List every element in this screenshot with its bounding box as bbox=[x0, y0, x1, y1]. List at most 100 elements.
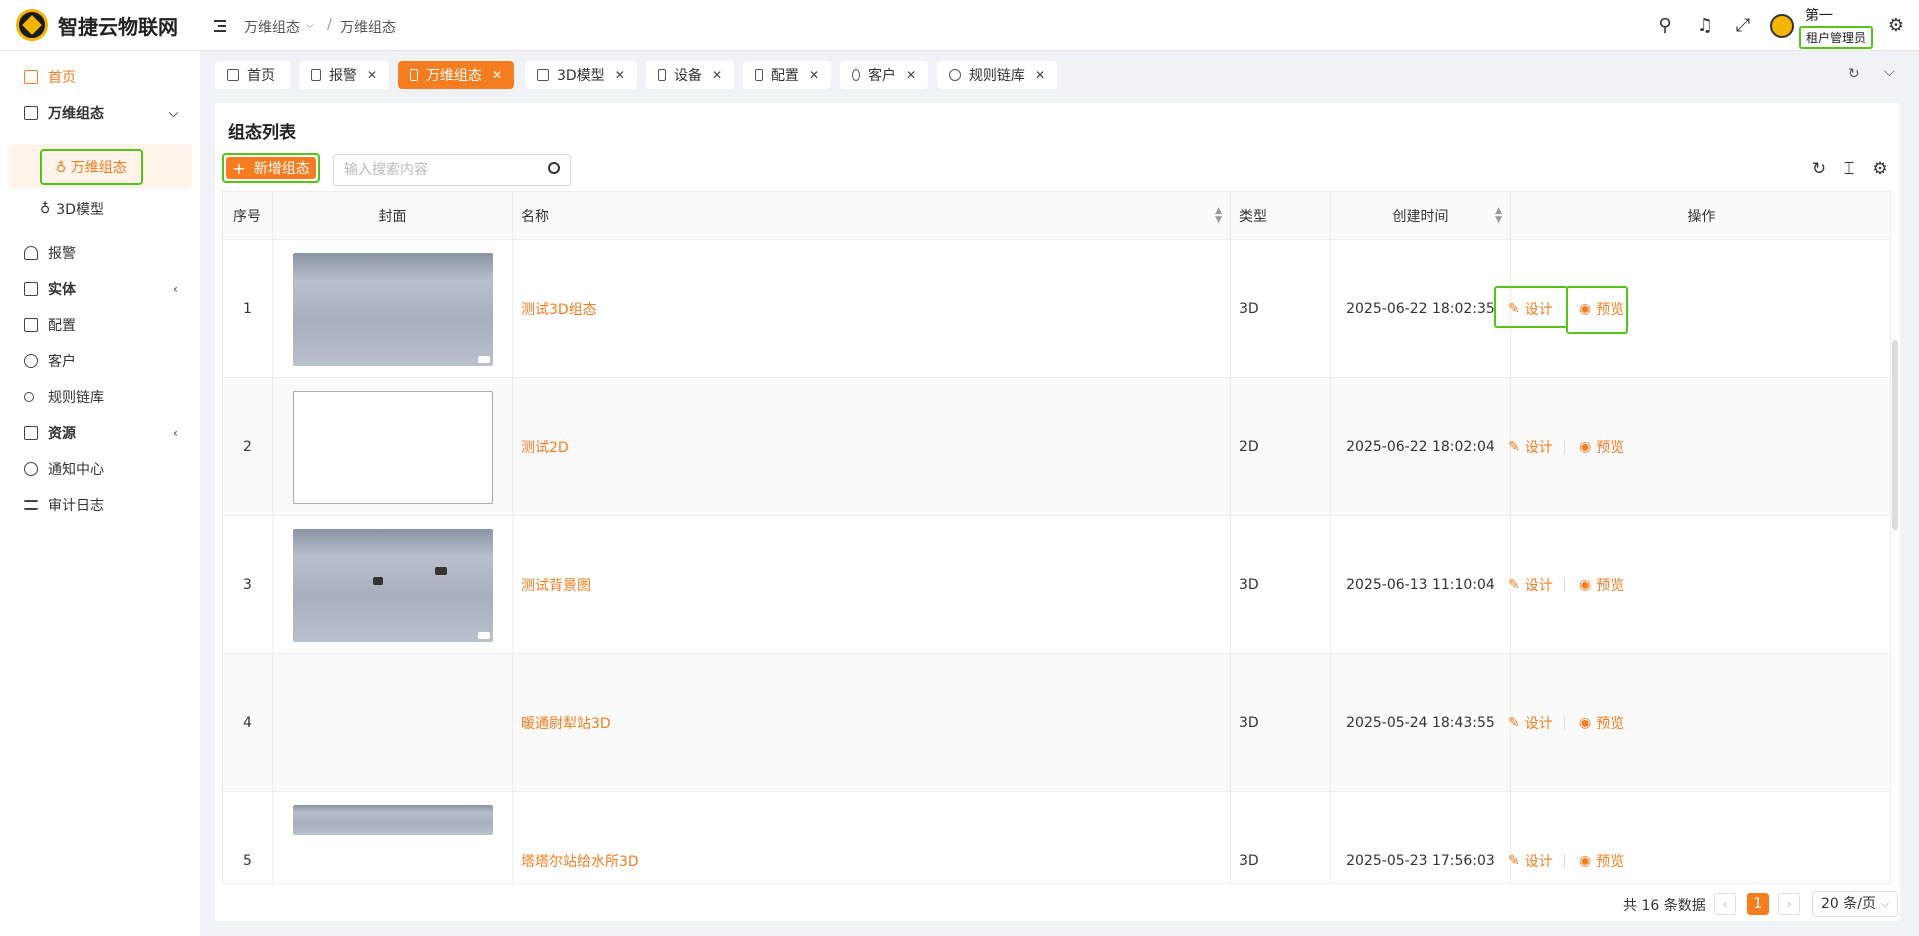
type-cell: 3D bbox=[1231, 516, 1331, 654]
preview-button[interactable]: ◉ 预览 bbox=[1579, 299, 1624, 319]
column-header-created[interactable]: 创建时间 ▲ ▼ bbox=[1331, 192, 1511, 240]
chevron-left-icon: ‹ bbox=[173, 282, 178, 296]
preview-button[interactable]: ◉ 预览 bbox=[1579, 575, 1624, 595]
search-input[interactable] bbox=[334, 155, 534, 185]
tab-label: 设备 bbox=[673, 68, 702, 84]
sidebar-item-resources[interactable]: 资源 ‹ bbox=[0, 415, 200, 451]
design-button[interactable]: ✎ 设计 bbox=[1508, 851, 1553, 871]
close-icon[interactable]: ✕ bbox=[712, 68, 722, 82]
close-icon[interactable]: ✕ bbox=[1035, 68, 1045, 82]
sidebar-item-configuration[interactable]: ♁ 万维组态 bbox=[40, 149, 143, 185]
row-index: 5 bbox=[223, 792, 273, 883]
sidebar-item-label: 审计日志 bbox=[48, 498, 104, 514]
table-row: 1 测试3D组态 3D 2025-06-22 18:02:35 ✎ 设计 ◉ 预览 bbox=[223, 240, 1890, 378]
avatar[interactable] bbox=[1770, 14, 1794, 38]
search-icon[interactable]: ⚲ bbox=[1655, 16, 1675, 36]
user-role-badge[interactable]: 租户管理员 bbox=[1799, 26, 1874, 49]
sidebar-item-config[interactable]: 配置 bbox=[0, 307, 200, 343]
name-link[interactable]: 暖通尉犁站3D bbox=[521, 713, 611, 733]
sidebar-item-audit-log[interactable]: 审计日志 bbox=[0, 487, 200, 523]
tab-configuration[interactable]: 万维组态 ✕ bbox=[398, 61, 514, 89]
refresh-icon[interactable]: ↻ bbox=[1848, 66, 1860, 82]
close-icon[interactable]: ✕ bbox=[615, 68, 625, 82]
sort-icon[interactable]: ▲ ▼ bbox=[1215, 207, 1222, 225]
design-button[interactable]: ✎ 设计 bbox=[1508, 299, 1553, 319]
tab-3d-model[interactable]: 3D模型 ✕ bbox=[525, 61, 637, 89]
app-title: 智捷云物联网 bbox=[58, 14, 178, 39]
message-icon bbox=[24, 462, 38, 476]
preview-button[interactable]: ◉ 预览 bbox=[1579, 851, 1624, 871]
design-label: 设计 bbox=[1524, 716, 1553, 732]
design-button[interactable]: ✎ 设计 bbox=[1508, 437, 1553, 457]
sidebar-item-3d-model[interactable]: ♁ 3D模型 bbox=[40, 199, 104, 219]
refresh-icon[interactable]: ↻ bbox=[1809, 159, 1829, 179]
name-link[interactable]: 塔塔尔站给水所3D bbox=[521, 851, 639, 871]
column-header-actions: 操作 bbox=[1511, 192, 1890, 240]
chevron-down-icon[interactable]: ⌵ bbox=[1884, 64, 1895, 80]
prev-page-button[interactable]: ‹ bbox=[1714, 893, 1736, 915]
sidebar-item-home[interactable]: 首页 bbox=[0, 59, 200, 95]
sidebar-item-alarm[interactable]: 报警 bbox=[0, 235, 200, 271]
fullscreen-icon[interactable]: ⤢ bbox=[1733, 16, 1753, 36]
tab-config[interactable]: 配置 ✕ bbox=[743, 61, 831, 89]
cover-image[interactable] bbox=[293, 529, 493, 642]
close-icon[interactable]: ✕ bbox=[492, 68, 502, 82]
chevron-down-icon[interactable]: ⌵ bbox=[306, 20, 314, 31]
sort-icon[interactable]: ▲ ▼ bbox=[1495, 207, 1502, 225]
design-button[interactable]: ✎ 设计 bbox=[1508, 575, 1553, 595]
tab-device[interactable]: 设备 ✕ bbox=[646, 61, 734, 89]
main-panel: 组态列表 + 新增组态 ↻ ⌶ ⚙ 序号 封面 名称 ▲▼ 类型 创建时间 ▲▼… bbox=[215, 103, 1900, 921]
close-icon[interactable]: ✕ bbox=[809, 68, 819, 82]
current-page-button[interactable]: 1 bbox=[1747, 893, 1769, 915]
cover-detail bbox=[435, 567, 447, 575]
cover-image-broken[interactable] bbox=[293, 391, 493, 504]
user-name[interactable]: 第一 bbox=[1805, 5, 1833, 25]
name-link[interactable]: 测试3D组态 bbox=[521, 299, 597, 319]
column-height-icon[interactable]: ⌶ bbox=[1839, 159, 1859, 179]
sidebar-item-rule-chain[interactable]: 规则链库 bbox=[0, 379, 200, 415]
chevron-down-icon: ⌵ bbox=[1880, 897, 1889, 910]
tab-alarm[interactable]: 报警 ✕ bbox=[299, 61, 389, 89]
sidebar-item-customer[interactable]: 客户 bbox=[0, 343, 200, 379]
search-icon[interactable] bbox=[548, 162, 560, 174]
name-link[interactable]: 测试背景图 bbox=[521, 575, 591, 595]
name-cell: 测试背景图 bbox=[513, 516, 1231, 654]
tab-rule-chain[interactable]: 规则链库 ✕ bbox=[937, 61, 1057, 89]
close-icon[interactable]: ✕ bbox=[367, 68, 377, 82]
action-divider bbox=[1564, 854, 1565, 868]
sidebar-item-entity[interactable]: 实体 ‹ bbox=[0, 271, 200, 307]
collapse-menu-icon[interactable] bbox=[210, 19, 226, 33]
sidebar-item-configuration-group[interactable]: 万维组态 ⌵ bbox=[0, 95, 200, 131]
column-header-name[interactable]: 名称 ▲ ▼ bbox=[513, 192, 1231, 240]
created-cell: 2025-06-22 18:02:04 bbox=[1331, 378, 1511, 516]
add-configuration-button[interactable]: + 新增组态 bbox=[222, 153, 320, 183]
breadcrumb-item[interactable]: 万维组态 bbox=[244, 17, 300, 37]
preview-button[interactable]: ◉ 预览 bbox=[1579, 713, 1624, 733]
gear-icon[interactable]: ⚙ bbox=[1870, 159, 1890, 179]
cover-tag bbox=[478, 632, 490, 639]
name-cell: 测试3D组态 bbox=[513, 240, 1231, 378]
cover-image[interactable] bbox=[293, 253, 493, 366]
gear-icon[interactable]: ⚙ bbox=[1886, 16, 1906, 36]
table-scrollbar[interactable] bbox=[1892, 340, 1898, 530]
search-box[interactable] bbox=[333, 154, 571, 186]
bell-icon[interactable]: ♫ bbox=[1695, 16, 1715, 36]
page-title: 组态列表 bbox=[228, 123, 296, 143]
edit-icon: ✎ bbox=[1508, 301, 1520, 317]
name-cell: 塔塔尔站给水所3D bbox=[513, 792, 1231, 883]
tab-customer[interactable]: 客户 ✕ bbox=[840, 61, 928, 89]
add-configuration-button-inner[interactable]: + 新增组态 bbox=[226, 157, 316, 179]
design-button[interactable]: ✎ 设计 bbox=[1508, 713, 1553, 733]
cover-image[interactable] bbox=[293, 805, 493, 835]
breadcrumb-separator: / bbox=[327, 17, 332, 33]
close-icon[interactable]: ✕ bbox=[906, 68, 916, 82]
preview-label: 预览 bbox=[1596, 716, 1625, 732]
next-page-button[interactable]: › bbox=[1778, 893, 1800, 915]
preview-button[interactable]: ◉ 预览 bbox=[1579, 437, 1624, 457]
alarm-icon: ♁ bbox=[56, 160, 67, 176]
tab-home[interactable]: 首页 bbox=[215, 61, 290, 89]
sidebar-item-notifications[interactable]: 通知中心 bbox=[0, 451, 200, 487]
name-link[interactable]: 测试2D bbox=[521, 437, 569, 457]
home-icon bbox=[24, 70, 38, 84]
page-size-select[interactable]: 20 条/页 ⌵ bbox=[1812, 891, 1898, 917]
